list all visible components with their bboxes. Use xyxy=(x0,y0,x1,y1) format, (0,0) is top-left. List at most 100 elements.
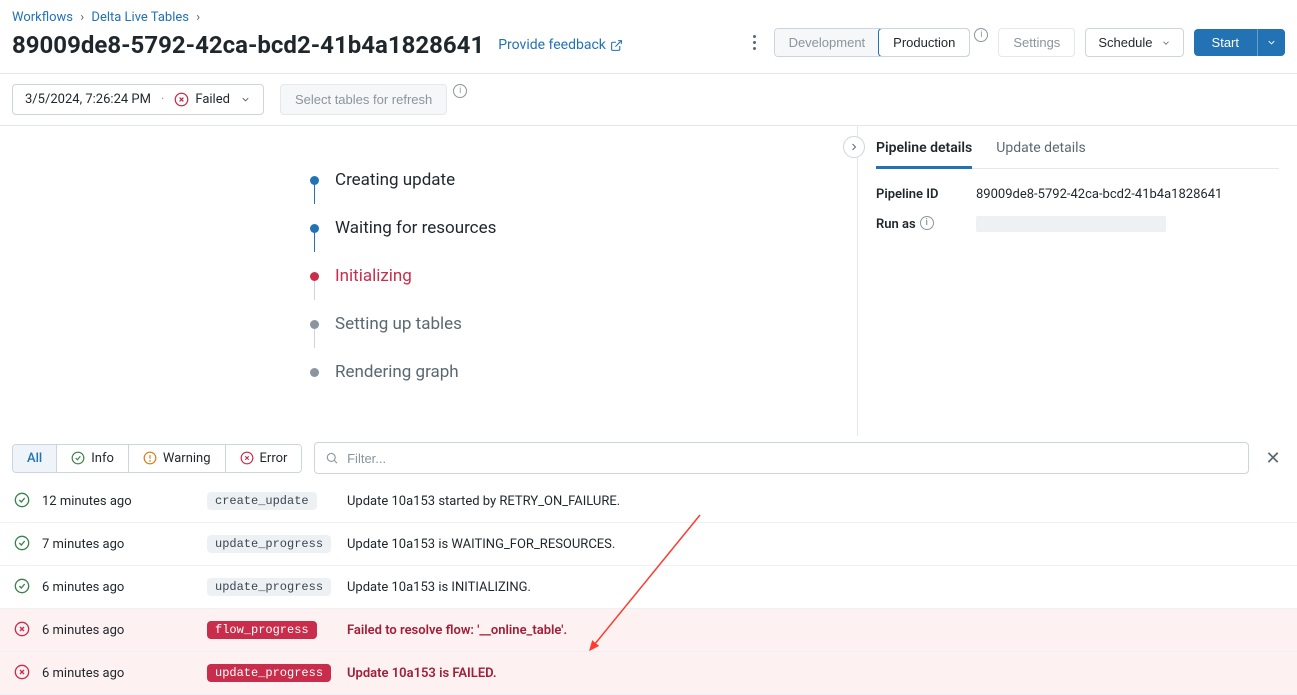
log-row[interactable]: 7 minutes agoupdate_progressUpdate 10a15… xyxy=(0,523,1297,566)
header-left: Workflows › Delta Live Tables › 89009de8… xyxy=(12,10,623,59)
check-circle-icon xyxy=(71,451,85,465)
run-toolbar: 3/5/2024, 7:26:24 PM · Failed Select tab… xyxy=(0,74,1297,126)
main-content: Creating update Waiting for resources Init… xyxy=(0,126,1297,436)
detail-tabs: Pipeline details Update details xyxy=(876,140,1279,169)
side-panel: Pipeline details Update details Pipeline… xyxy=(857,126,1297,436)
breadcrumb-workflows[interactable]: Workflows xyxy=(12,10,73,25)
stage-label: Initializing xyxy=(335,266,412,286)
chevron-right-icon: › xyxy=(196,10,200,25)
log-message: Failed to resolve flow: '__online_table'… xyxy=(347,623,1283,638)
chevron-right-icon: › xyxy=(80,10,84,25)
stage-dot-icon xyxy=(310,320,319,329)
log-time: 12 minutes ago xyxy=(42,494,207,509)
log-message: Update 10a153 is WAITING_FOR_RESOURCES. xyxy=(347,537,1283,552)
stage-label: Waiting for resources xyxy=(335,218,496,238)
log-row[interactable]: 6 minutes agoupdate_progressUpdate 10a15… xyxy=(0,566,1297,609)
select-tables-button[interactable]: Select tables for refresh xyxy=(280,84,447,115)
log-search-input[interactable] xyxy=(347,451,1238,466)
log-time: 6 minutes ago xyxy=(42,666,207,681)
log-row[interactable]: 12 minutes agocreate_updateUpdate 10a153… xyxy=(0,480,1297,523)
stage-dot-icon xyxy=(310,368,319,377)
run-as-value-redacted xyxy=(976,216,1166,232)
info-icon[interactable]: i xyxy=(974,28,988,42)
filter-warning[interactable]: Warning xyxy=(129,445,226,472)
log-message: Update 10a153 is FAILED. xyxy=(347,666,1283,681)
log-message: Update 10a153 is INITIALIZING. xyxy=(347,580,1283,595)
stage-item: Initializing xyxy=(310,252,857,300)
search-icon xyxy=(325,451,339,465)
error-icon xyxy=(240,451,254,465)
chevron-right-icon xyxy=(848,141,860,153)
development-toggle[interactable]: Development xyxy=(775,29,880,56)
log-message: Update 10a153 started by RETRY_ON_FAILUR… xyxy=(347,494,1283,509)
header: Workflows › Delta Live Tables › 89009de8… xyxy=(0,0,1297,74)
check-circle-icon xyxy=(14,578,32,596)
env-segment: Development Production xyxy=(774,28,971,57)
stage-list: Creating update Waiting for resources Init… xyxy=(0,126,857,436)
page-title: 89009de8-5792-42ca-bcd2-41b4a1828641 xyxy=(12,31,484,59)
chevron-down-icon xyxy=(1161,38,1171,48)
log-time: 7 minutes ago xyxy=(42,537,207,552)
log-tag: update_progress xyxy=(207,578,347,596)
log-tag: create_update xyxy=(207,492,347,510)
log-tag: flow_progress xyxy=(207,621,347,639)
kebab-menu[interactable] xyxy=(746,32,764,54)
filter-info[interactable]: Info xyxy=(57,445,129,472)
error-icon xyxy=(14,664,32,682)
tab-pipeline-details[interactable]: Pipeline details xyxy=(876,140,972,169)
stage-label: Creating update xyxy=(335,170,455,190)
log-time: 6 minutes ago xyxy=(42,580,207,595)
stage-dot-icon xyxy=(310,224,319,233)
detail-row: Pipeline ID 89009de8-5792-42ca-bcd2-41b4… xyxy=(876,187,1279,202)
filter-error[interactable]: Error xyxy=(226,445,302,472)
header-right: Development Production i Settings Schedu… xyxy=(746,10,1285,57)
log-row[interactable]: 6 minutes agoflow_progressFailed to reso… xyxy=(0,609,1297,652)
log-time: 6 minutes ago xyxy=(42,623,207,638)
log-row[interactable]: 6 minutes agoupdate_progressUpdate 10a15… xyxy=(0,652,1297,695)
title-row: 89009de8-5792-42ca-bcd2-41b4a1828641 Pro… xyxy=(12,31,623,59)
severity-filter: All Info Warning Error xyxy=(12,444,302,473)
start-button[interactable]: Start xyxy=(1194,29,1257,56)
detail-row: Run as i xyxy=(876,216,1279,232)
status-badge: Failed xyxy=(174,92,230,107)
warning-icon xyxy=(143,451,157,465)
tab-update-details[interactable]: Update details xyxy=(996,140,1085,168)
log-search[interactable] xyxy=(314,442,1249,474)
pipeline-id-value: 89009de8-5792-42ca-bcd2-41b4a1828641 xyxy=(976,187,1222,202)
close-button[interactable]: ✕ xyxy=(1261,446,1285,470)
stage-item: Waiting for resources xyxy=(310,204,857,252)
schedule-button[interactable]: Schedule xyxy=(1085,28,1183,57)
run-as-label: Run as i xyxy=(876,216,976,232)
external-link-icon xyxy=(610,39,623,52)
stage-dot-icon xyxy=(310,272,319,281)
log-tag: update_progress xyxy=(207,535,347,553)
filter-all[interactable]: All xyxy=(13,445,57,472)
check-circle-icon xyxy=(14,492,32,510)
stage-item: Setting up tables xyxy=(310,300,857,348)
info-icon[interactable]: i xyxy=(920,216,934,230)
pipeline-id-label: Pipeline ID xyxy=(876,187,976,202)
error-icon xyxy=(174,92,189,107)
production-toggle[interactable]: Production xyxy=(878,28,970,57)
log-tag: update_progress xyxy=(207,664,347,682)
stage-label: Rendering graph xyxy=(335,362,459,382)
provide-feedback-link[interactable]: Provide feedback xyxy=(498,37,623,53)
log-list: 12 minutes agocreate_updateUpdate 10a153… xyxy=(0,480,1297,695)
stage-item: Rendering graph xyxy=(310,348,857,396)
error-icon xyxy=(14,621,32,639)
run-selector[interactable]: 3/5/2024, 7:26:24 PM · Failed xyxy=(12,84,264,115)
chevron-down-icon xyxy=(1266,37,1277,48)
check-circle-icon xyxy=(14,535,32,553)
info-icon[interactable]: i xyxy=(453,84,467,98)
breadcrumb: Workflows › Delta Live Tables › xyxy=(12,10,623,25)
log-filter-bar: All Info Warning Error ✕ xyxy=(0,436,1297,480)
stage-item: Creating update xyxy=(310,156,857,204)
stage-dot-icon xyxy=(310,176,319,185)
collapse-handle[interactable] xyxy=(843,136,865,158)
chevron-down-icon xyxy=(240,94,251,105)
breadcrumb-dlt[interactable]: Delta Live Tables xyxy=(91,10,189,25)
settings-button[interactable]: Settings xyxy=(998,28,1075,57)
start-button-group: Start xyxy=(1194,29,1285,56)
start-dropdown[interactable] xyxy=(1257,29,1285,56)
stage-label: Setting up tables xyxy=(335,314,462,334)
